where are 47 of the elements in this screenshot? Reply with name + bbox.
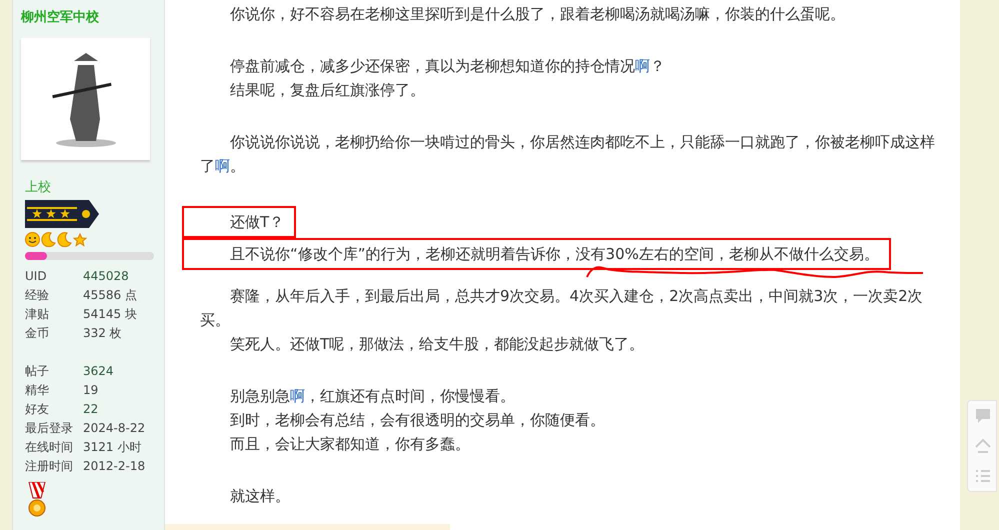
post-paragraph: 赛隆，从年后入手，到最后出局，总共才9次交易。4次买入建仓，2次高点卖出，中间就3次，一次卖2次买。 <box>200 286 924 331</box>
stat-label: 注册时间 <box>25 458 74 474</box>
moon-icon <box>57 232 72 247</box>
rank-insignia-icon <box>25 200 99 228</box>
sun-icon <box>25 232 40 247</box>
post-paragraph: 而且，会让大家都知道，你有多蠢。 <box>229 434 471 455</box>
post-paragraph: 还做T？ <box>229 212 284 233</box>
stat-label: 好友 <box>25 400 50 418</box>
post-paragraph: 就这样。 <box>229 486 291 507</box>
stat-label: 经验 <box>25 286 50 304</box>
stat-value: 19 <box>83 382 98 398</box>
post-paragraph: 到时，老柳会有总结，会有很透明的交易单，你随便看。 <box>229 410 606 431</box>
post-paragraph: 你说说你说说，老柳扔给你一块啃过的骨头，你居然连肉都吃不上，只能舔一口就跑了，你被老柳吓成这样了啊。 <box>200 132 935 177</box>
stat-label: 最后登录 <box>25 420 74 436</box>
comment-icon[interactable] <box>974 407 992 425</box>
stat-label: 在线时间 <box>25 438 74 456</box>
stat-value[interactable]: 3624 <box>83 362 114 380</box>
list-icon[interactable] <box>974 467 992 485</box>
post-paragraph: 且不说你“修改个库”的行为，老柳还就明着告诉你，没有30%左右的空间，老柳从不做什么交易。 <box>229 244 879 265</box>
stat-label: 金币 <box>25 324 50 342</box>
moon-icon <box>41 232 56 247</box>
stat-value: 45586 点 <box>83 286 137 304</box>
post-paragraph: 停盘前减仓，减多少还保密，真以为老柳想知道你的持仓情况啊？ <box>229 56 666 77</box>
stat-label: 精华 <box>25 382 50 398</box>
keyword-link[interactable]: 啊 <box>635 57 650 75</box>
stat-value: 332 枚 <box>83 324 122 342</box>
keyword-link[interactable]: 啊 <box>215 157 230 175</box>
username-link[interactable]: 柳州空军中校 <box>21 8 156 28</box>
stat-value[interactable]: 445028 <box>83 266 129 284</box>
rank-title: 上校 <box>24 178 52 196</box>
stat-value: 3121 小时 <box>83 438 142 456</box>
post-paragraph: 结果呢，复盘后红旗涨停了。 <box>229 80 426 101</box>
medal-icon <box>27 482 47 518</box>
stat-value: 2012-2-18 <box>83 458 146 474</box>
star-icon <box>73 232 87 246</box>
stat-value: 2024-8-22 <box>83 420 146 436</box>
post-paragraph: 你说你，好不容易在老柳这里探听到是什么股了，跟着老柳喝汤就喝汤嘛，你装的什么蛋呢。 <box>229 4 846 25</box>
stat-label: 帖子 <box>25 362 50 380</box>
post-paragraph: 别急别急啊，红旗还有点时间，你慢慢看。 <box>229 386 516 407</box>
post-paragraph: 笑死人。还做T呢，那做法，给支牛股，都能没起步就做飞了。 <box>229 334 646 355</box>
stat-label: 津贴 <box>25 306 50 322</box>
stat-value[interactable]: 22 <box>83 400 98 418</box>
stat-label: UID <box>25 268 48 284</box>
avatar-drawing[interactable] <box>21 38 150 160</box>
up-arrow-icon[interactable] <box>974 437 992 455</box>
stat-value: 54145 块 <box>83 306 137 322</box>
keyword-link[interactable]: 啊 <box>290 387 305 405</box>
